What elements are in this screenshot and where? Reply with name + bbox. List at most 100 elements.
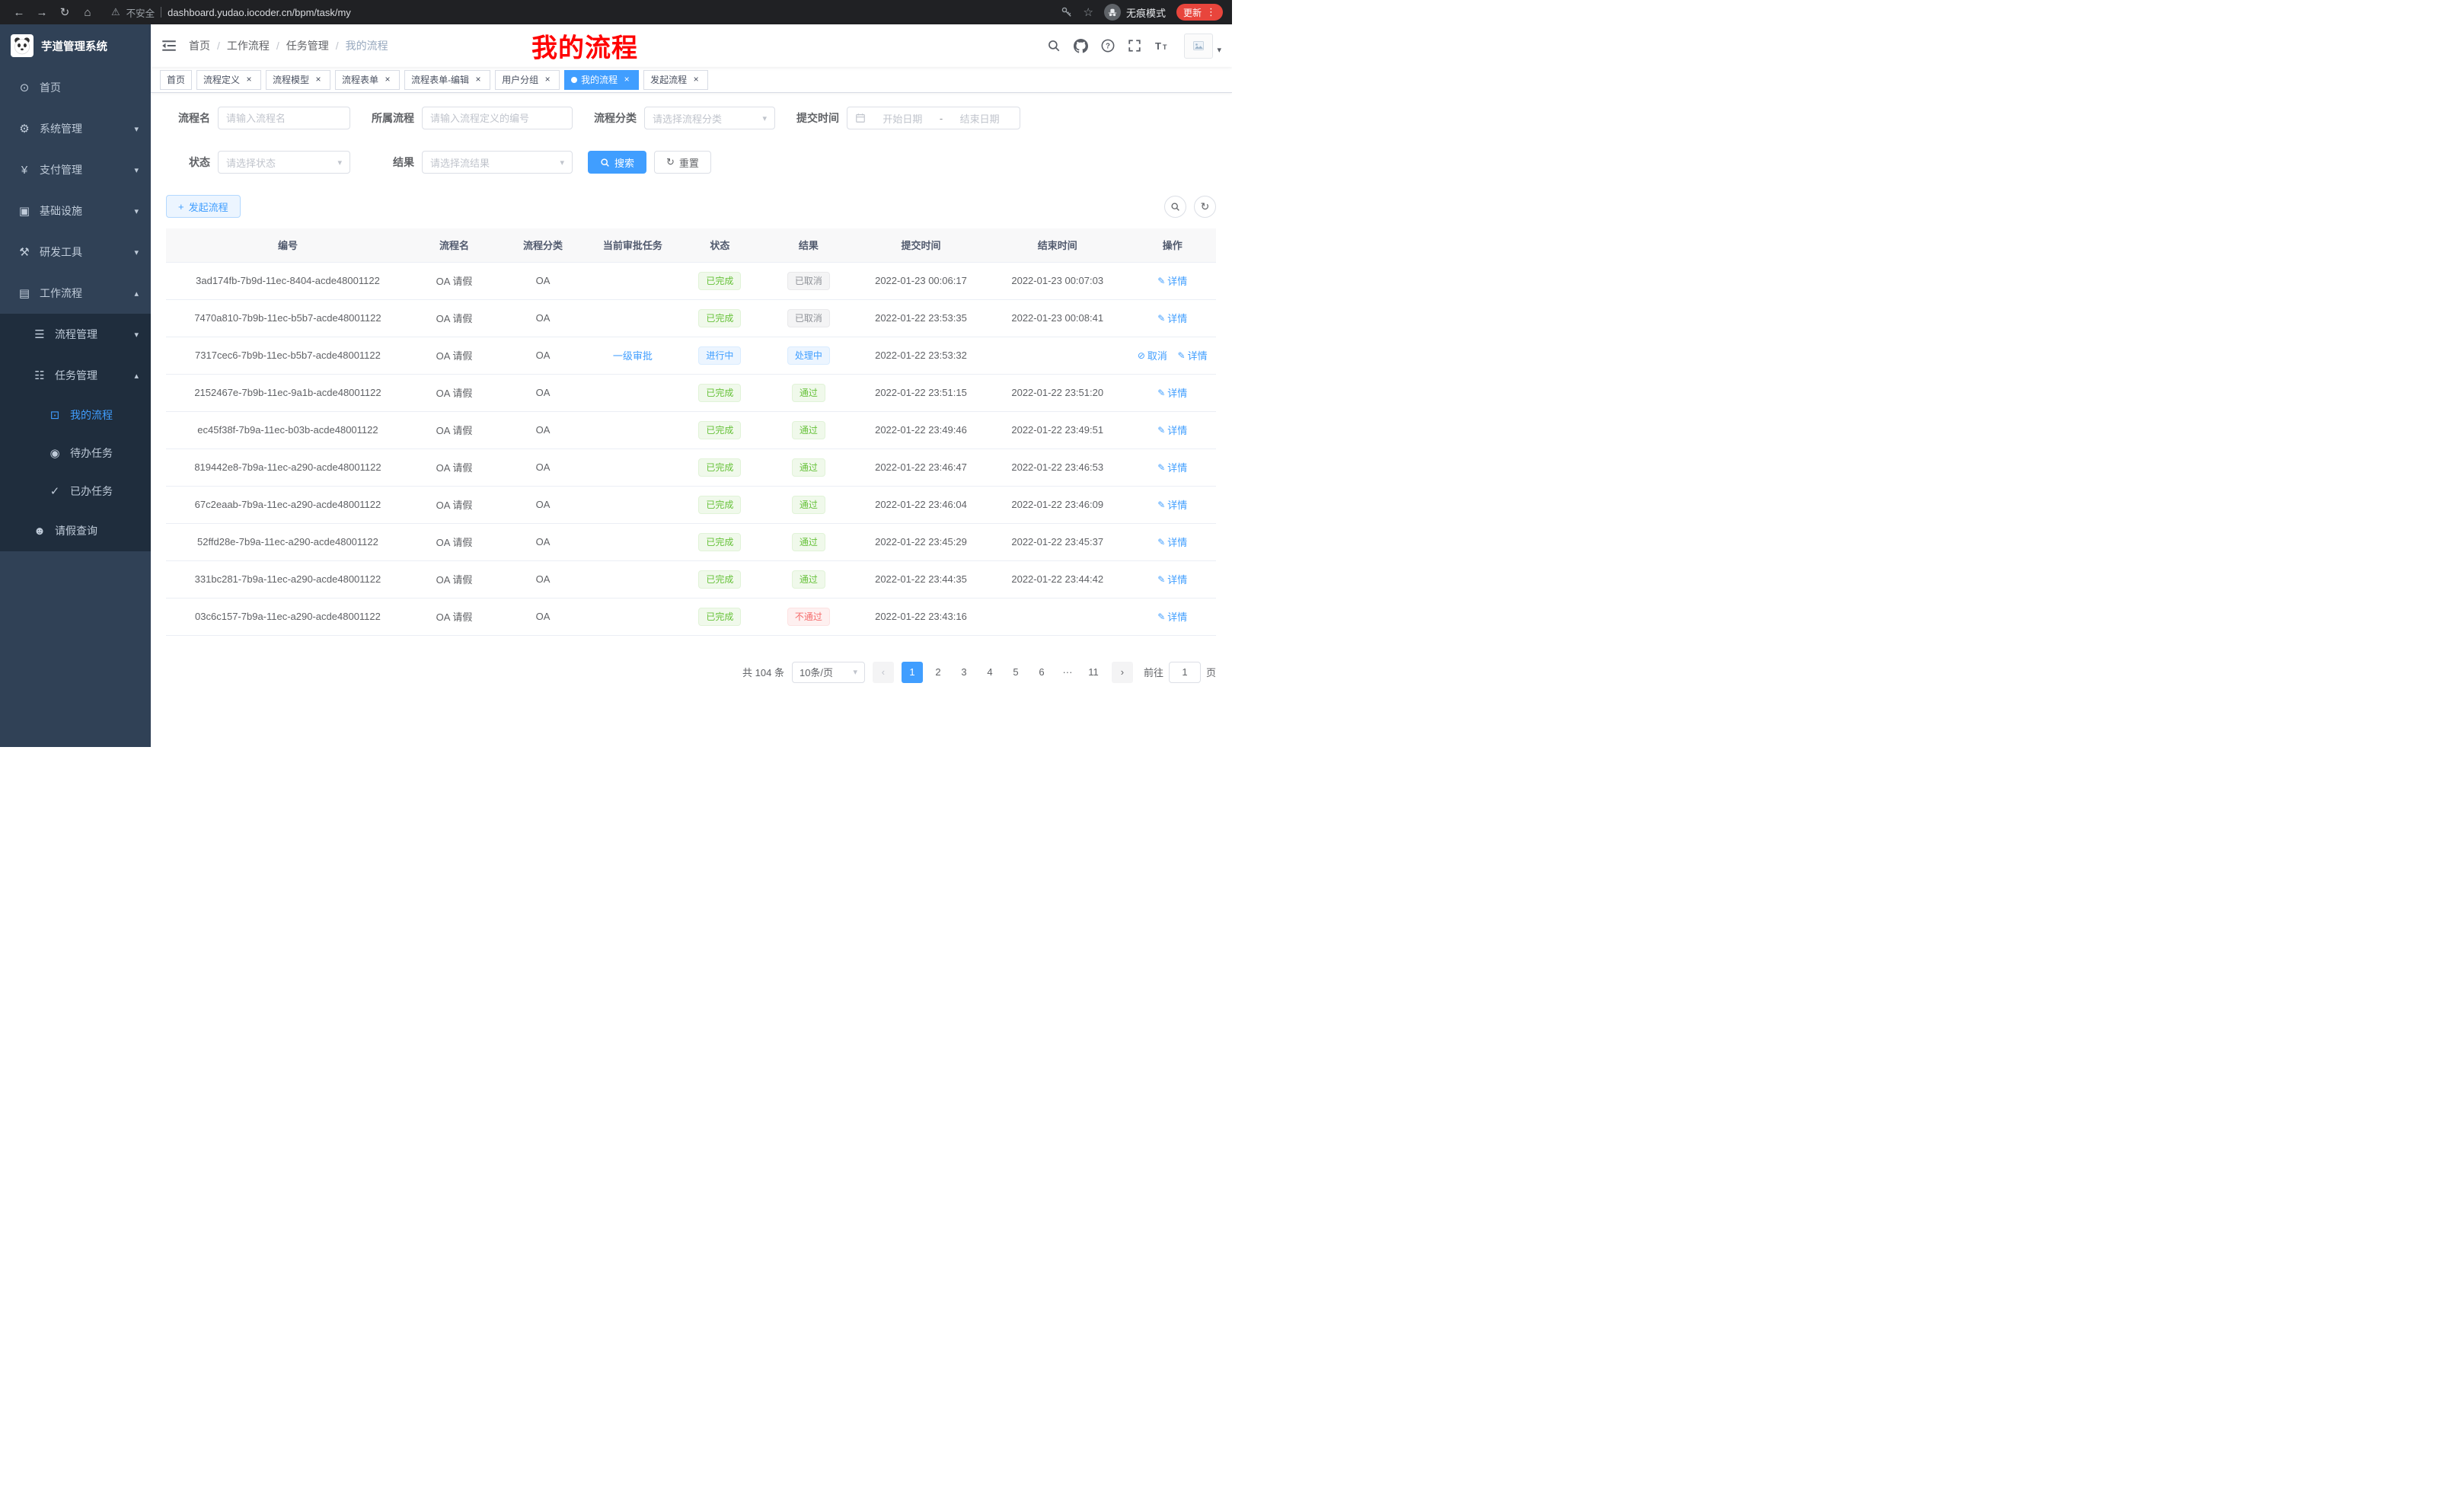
cell-task: 一级审批 (587, 337, 678, 374)
tab-close-icon[interactable] (621, 75, 632, 85)
name-input[interactable] (218, 107, 350, 129)
tab-close-icon[interactable] (382, 75, 393, 85)
browser-menu-icon[interactable]: ⋮ (1206, 6, 1216, 18)
toggle-search-button[interactable] (1164, 196, 1186, 218)
search-icon[interactable] (1047, 39, 1061, 53)
next-page-button[interactable]: › (1112, 662, 1133, 683)
sidebar-item[interactable]: ◉ 待办任务 (0, 434, 151, 472)
update-button[interactable]: 更新 ⋮ (1176, 4, 1223, 21)
sidebar-item[interactable]: ▣ 基础设施 ▾ (0, 190, 151, 231)
browser-home-icon[interactable]: ⌂ (78, 6, 97, 19)
incognito-badge[interactable]: 无痕模式 (1104, 4, 1166, 21)
detail-link[interactable]: 详情 (1157, 311, 1187, 325)
select-caret-icon: ▾ (560, 158, 564, 168)
address-bar[interactable]: ⚠ 不安全 dashboard.yudao.iocoder.cn/bpm/tas… (111, 5, 1058, 20)
detail-link[interactable]: 详情 (1157, 385, 1187, 400)
tab[interactable]: 流程定义 (196, 70, 261, 90)
key-icon[interactable] (1061, 6, 1073, 18)
sidebar-item[interactable]: ⊡ 我的流程 (0, 396, 151, 434)
date-range-picker[interactable]: 开始日期 - 结束日期 (847, 107, 1020, 129)
status-select[interactable]: 请选择状态 ▾ (218, 151, 350, 174)
menu-chevron-icon: ▾ (134, 124, 139, 134)
prev-page-button[interactable]: ‹ (873, 662, 894, 683)
page-size-select[interactable]: 10条/页 ▾ (792, 662, 865, 683)
tab[interactable]: 发起流程 (643, 70, 708, 90)
user-menu[interactable]: ▾ (1184, 34, 1221, 59)
github-icon[interactable] (1074, 39, 1088, 53)
tags-view: 首页 流程定义 流程模型 流程表单 (151, 67, 1232, 93)
result-select[interactable]: 请选择流结果 ▾ (422, 151, 573, 174)
tab[interactable]: 用户分组 (495, 70, 560, 90)
sidebar-item[interactable]: ⊙ 首页 (0, 67, 151, 108)
calendar-icon (855, 113, 866, 123)
breadcrumb-item[interactable]: 任务管理 (286, 38, 346, 53)
goto-input[interactable] (1169, 662, 1201, 683)
tab[interactable]: 首页 (160, 70, 192, 90)
reset-button-label: 重置 (679, 155, 699, 170)
reset-button[interactable]: ↻ 重置 (654, 151, 711, 174)
detail-link[interactable]: 详情 (1157, 460, 1187, 474)
detail-link[interactable]: 详情 (1157, 572, 1187, 586)
tab[interactable]: 流程表单-编辑 (404, 70, 490, 90)
help-icon[interactable]: ? (1101, 39, 1115, 53)
category-select[interactable]: 请选择流程分类 ▾ (644, 107, 775, 129)
detail-link[interactable]: 详情 (1157, 273, 1187, 288)
sidebar-item[interactable]: ☰ 流程管理 ▾ (0, 314, 151, 355)
column-header: 状态 (678, 228, 761, 262)
hamburger-icon[interactable] (161, 38, 178, 53)
cell-submit-time: 2022-01-22 23:45:29 (856, 523, 986, 560)
back-icon[interactable]: ← (9, 6, 29, 19)
page-number-button[interactable]: ··· (1057, 662, 1078, 683)
tab[interactable]: 流程表单 (335, 70, 400, 90)
cell-name: OA 请假 (410, 560, 499, 598)
sidebar-item[interactable]: ⚒ 研发工具 ▾ (0, 231, 151, 273)
cell-name: OA 请假 (410, 374, 499, 411)
sidebar-item[interactable]: ✓ 已办任务 (0, 472, 151, 510)
breadcrumb-item[interactable]: 工作流程 (227, 38, 286, 53)
tab-close-icon[interactable] (313, 75, 324, 85)
page-number-button[interactable]: 4 (979, 662, 1001, 683)
page-number-button[interactable]: 6 (1031, 662, 1052, 683)
tab-close-icon[interactable] (542, 75, 553, 85)
cancel-link[interactable]: 取消 (1138, 348, 1167, 362)
page-number-button[interactable]: 11 (1083, 662, 1104, 683)
page-number-button[interactable]: 2 (927, 662, 949, 683)
tab[interactable]: 流程模型 (266, 70, 330, 90)
detail-link[interactable]: 详情 (1157, 423, 1187, 437)
search-button[interactable]: 搜索 (588, 151, 646, 174)
result-tag: 通过 (792, 533, 825, 551)
sidebar-item[interactable]: ¥ 支付管理 ▾ (0, 149, 151, 190)
forward-icon[interactable]: → (32, 6, 52, 19)
table-row: 2152467e-7b9b-11ec-9a1b-acde48001122 OA … (166, 374, 1216, 411)
logo[interactable]: 芋道管理系统 (0, 24, 151, 67)
edit-icon (1157, 312, 1165, 324)
page-number-button[interactable]: 1 (902, 662, 923, 683)
page-number-button[interactable]: 3 (953, 662, 975, 683)
sidebar-item[interactable]: ☻ 请假查询 (0, 510, 151, 551)
task-link[interactable]: 一级审批 (613, 348, 653, 362)
process-input[interactable] (422, 107, 573, 129)
result-tag: 通过 (792, 496, 825, 514)
star-icon[interactable]: ☆ (1084, 5, 1093, 19)
breadcrumb-item[interactable]: 首页 (189, 38, 227, 53)
breadcrumb-item[interactable]: 我的流程 (346, 38, 402, 53)
tab-close-icon[interactable] (244, 75, 254, 85)
goto-suffix: 页 (1206, 665, 1216, 679)
reload-icon[interactable]: ↻ (55, 5, 75, 19)
sidebar-item[interactable]: ▤ 工作流程 ▴ (0, 273, 151, 314)
detail-link[interactable]: 详情 (1157, 535, 1187, 549)
font-size-icon[interactable]: TT (1154, 39, 1171, 53)
create-process-button[interactable]: + 发起流程 (166, 195, 241, 218)
refresh-button[interactable]: ↻ (1194, 196, 1216, 218)
detail-link[interactable]: 详情 (1157, 497, 1187, 512)
fullscreen-icon[interactable] (1128, 39, 1141, 53)
detail-link[interactable]: 详情 (1157, 609, 1187, 624)
page-number-button[interactable]: 5 (1005, 662, 1026, 683)
detail-link[interactable]: 详情 (1178, 348, 1208, 362)
menu-item-label: 基础设施 (40, 203, 82, 219)
tab-close-icon[interactable] (473, 75, 484, 85)
sidebar-item[interactable]: ⚙ 系统管理 ▾ (0, 108, 151, 149)
tab-close-icon[interactable] (691, 75, 701, 85)
tab[interactable]: 我的流程 (564, 70, 639, 90)
sidebar-item[interactable]: ☷ 任务管理 ▴ (0, 355, 151, 396)
